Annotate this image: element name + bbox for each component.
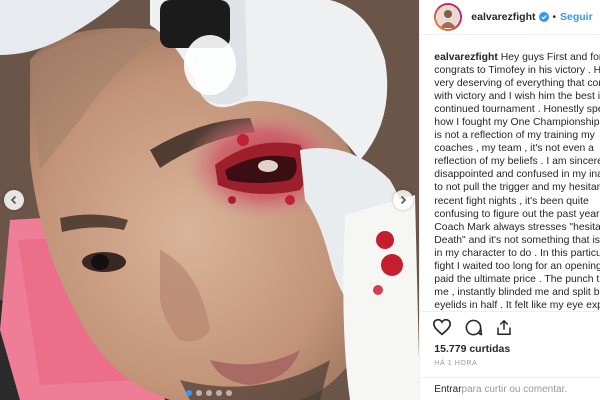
avatar[interactable]	[434, 3, 463, 31]
follow-button[interactable]: Seguir	[560, 11, 593, 23]
caption-line: in my character to do . In this particul…	[434, 247, 600, 259]
profile-photo	[437, 6, 460, 28]
comment-prompt: para curtir ou comentar.	[461, 384, 568, 395]
carousel-dot	[216, 390, 222, 396]
username-link[interactable]: ealvarezfight	[471, 11, 535, 23]
caption-line: me , instantly blinded me and split bo	[434, 286, 600, 298]
carousel-dot	[226, 390, 232, 396]
injured-face-photo	[0, 0, 420, 400]
verified-badge-icon	[538, 12, 549, 22]
caption-line: Hey guys First and forem	[500, 52, 600, 63]
caption-line: how I fought my One Championship d	[434, 117, 600, 129]
caption-line: Coach Mark always stresses "hesitancy	[434, 221, 600, 233]
caption-line: disappointed and confused in my inab	[434, 169, 600, 181]
like-button[interactable]	[432, 318, 452, 336]
carousel-indicator	[186, 390, 232, 396]
chevron-right-icon	[400, 195, 407, 205]
comment-button[interactable]	[464, 318, 483, 337]
caption-line: confusing to figure out the past year c	[434, 208, 600, 220]
caption-line: recent fight nights , it's been quite	[434, 195, 589, 207]
comment-login-bar: Entrar para curtir ou comentar.	[420, 377, 600, 400]
share-button[interactable]	[495, 318, 513, 337]
caption-line: continued tournament . Honestly spea	[434, 104, 600, 116]
caption-line: Death" and it's not something that is c	[434, 234, 600, 246]
share-icon	[497, 319, 512, 335]
caption-line: reflection of my beliefs . I am sincerel…	[434, 156, 600, 168]
comment-icon	[465, 319, 483, 335]
post-caption: ealvarezfight Hey guys First and forem c…	[434, 51, 600, 312]
caption-line: congrats to Timofey in his victory . He	[434, 65, 600, 77]
post-header: ealvarezfight • Seguir	[420, 0, 600, 35]
caption-line: eyelids in half . It felt like my eye ex…	[434, 299, 600, 311]
caption-line: is not a reflection of my training my	[434, 130, 595, 142]
carousel-dot	[196, 390, 202, 396]
caption-line: fight I waited too long for an opening	[434, 260, 600, 272]
caption-line: coaches , my team , it's not even a	[434, 143, 594, 155]
caption-username-link[interactable]: ealvarezfight	[434, 52, 498, 63]
separator-dot: •	[552, 11, 557, 23]
post-side-panel: ealvarezfight • Seguir ealvarezfight Hey…	[419, 0, 600, 400]
carousel-prev-button[interactable]	[4, 190, 24, 210]
caption-line: to not pull the trigger and my hesitan	[434, 182, 600, 194]
post-photo[interactable]	[0, 0, 420, 400]
heart-icon	[433, 318, 452, 336]
carousel-dot	[206, 390, 212, 396]
carousel-next-button[interactable]	[393, 190, 413, 210]
likes-count[interactable]: 15.779 curtidas	[434, 343, 510, 355]
caption-line: with victory and I wish him the best in	[434, 91, 600, 103]
carousel-dot	[186, 390, 192, 396]
post-actions	[420, 311, 600, 342]
chevron-left-icon	[10, 195, 17, 205]
login-link[interactable]: Entrar	[434, 384, 461, 395]
instagram-post: ealvarezfight • Seguir ealvarezfight Hey…	[0, 0, 600, 400]
caption-line: very deserving of everything that com	[434, 78, 600, 90]
post-timestamp[interactable]: HÁ 1 HORA	[434, 360, 477, 367]
caption-line: paid the ultimate price . The punch th	[434, 273, 600, 285]
